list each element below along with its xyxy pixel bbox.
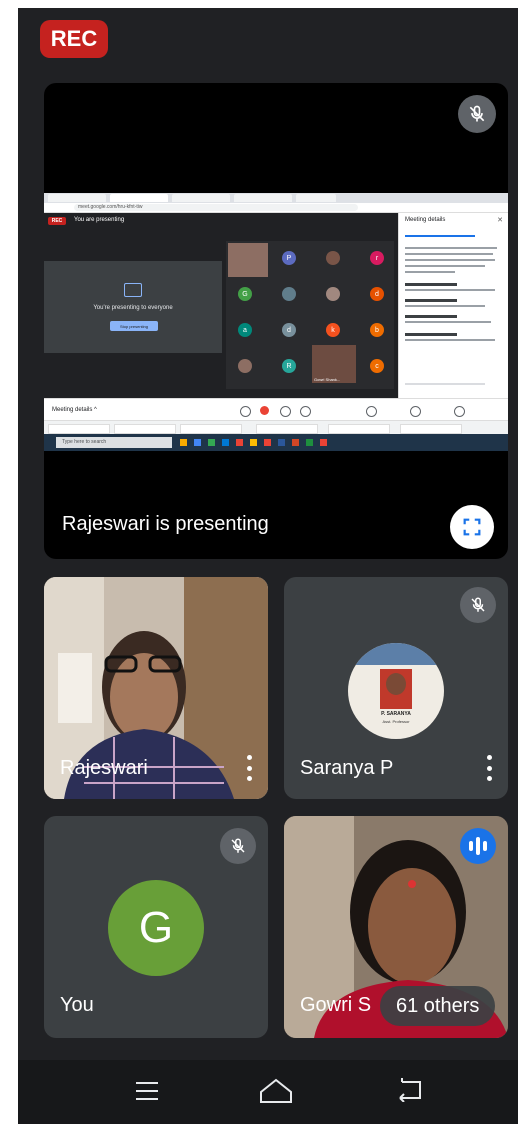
- taskbar-search: Type here to search: [56, 437, 172, 448]
- stop-presenting-button: Stop presenting: [110, 321, 158, 331]
- participant-avatar: k: [326, 323, 340, 337]
- url-text: meet.google.com/hru-kfnt-tiw: [74, 204, 358, 211]
- badge-name: P. SARANYA: [381, 711, 411, 717]
- meeting-details-link: Meeting details ^: [52, 407, 97, 413]
- windows-taskbar: Type here to search: [44, 434, 508, 451]
- shared-rec-badge: REC: [48, 217, 66, 225]
- participant-avatar: d: [370, 287, 384, 301]
- participant-avatar: R: [282, 359, 296, 373]
- more-options-icon[interactable]: [486, 755, 492, 781]
- participant-avatar: [238, 359, 252, 373]
- participant-avatar: b: [370, 323, 384, 337]
- participant-avatar: [282, 287, 296, 301]
- meeting-details-panel: Meeting details ✕: [398, 213, 508, 398]
- participant-tile-gowri[interactable]: Gowri S 61 others: [284, 816, 508, 1038]
- participant-avatar: [326, 287, 340, 301]
- participant-avatar: G: [238, 287, 252, 301]
- address-bar: meet.google.com/hru-kfnt-tiw: [44, 203, 508, 213]
- present-screen-icon: [124, 283, 142, 297]
- presenting-caption: Rajeswari is presenting: [62, 513, 269, 535]
- menu-icon[interactable]: [134, 1080, 160, 1102]
- mic-off-icon: [220, 828, 256, 864]
- participant-avatar: c: [370, 359, 384, 373]
- participant-video: [228, 243, 268, 277]
- presenting-panel: You're presenting to everyone Stop prese…: [44, 261, 222, 353]
- participant-name: Rajeswari: [60, 757, 148, 779]
- shared-screen: meet.google.com/hru-kfnt-tiw REC You are…: [44, 193, 508, 451]
- participant-tile-rajeswari[interactable]: Rajeswari: [44, 577, 268, 799]
- participant-avatar: P: [282, 251, 296, 265]
- avatar: G: [108, 880, 204, 976]
- participant-tile-you[interactable]: G You: [44, 816, 268, 1038]
- shared-meet-view: REC You are presenting You're presenting…: [44, 213, 398, 398]
- close-icon: ✕: [497, 217, 503, 224]
- participant-name: You: [60, 994, 94, 1016]
- others-count-chip[interactable]: 61 others: [380, 986, 496, 1026]
- audio-wave-icon: [460, 828, 496, 864]
- more-options-icon[interactable]: [246, 755, 252, 781]
- participant-avatar: a: [238, 323, 252, 337]
- self-video: Gowri Shank...: [312, 345, 356, 383]
- meet-screen: REC meet.google.com/hru-kfnt-tiw REC You…: [18, 8, 518, 1124]
- badge-title: Asst. Professor: [382, 719, 410, 724]
- home-icon[interactable]: [258, 1076, 294, 1106]
- participant-name: Gowri S: [300, 994, 372, 1016]
- participant-grid: P r G d a d k b R Gowri Shank... c: [226, 241, 394, 389]
- presentation-tile[interactable]: meet.google.com/hru-kfnt-tiw REC You are…: [44, 83, 508, 559]
- android-nav-bar: [18, 1060, 518, 1124]
- fullscreen-button[interactable]: [450, 505, 494, 549]
- downloads-bar: [44, 420, 508, 435]
- you-are-presenting-label: You are presenting: [74, 217, 125, 223]
- self-video-label: Gowri Shank...: [314, 377, 341, 382]
- participant-tile-saranya[interactable]: P. SARANYA Asst. Professor Saranya P: [284, 577, 508, 799]
- mic-off-icon: [460, 587, 496, 623]
- meeting-details-title: Meeting details: [405, 217, 446, 223]
- participant-avatar: r: [370, 251, 384, 265]
- participant-name: Saranya P: [300, 757, 394, 779]
- recording-badge: REC: [40, 20, 108, 58]
- fullscreen-icon: [463, 518, 481, 536]
- shared-control-bar: Meeting details ^: [44, 398, 508, 421]
- avatar: P. SARANYA Asst. Professor: [348, 643, 444, 739]
- participant-avatar: d: [282, 323, 296, 337]
- presenting-text: You're presenting to everyone: [93, 305, 173, 311]
- back-icon[interactable]: [398, 1078, 424, 1102]
- mic-off-icon: [458, 95, 496, 133]
- participant-avatar: [326, 251, 340, 265]
- browser-tabs: [44, 193, 508, 203]
